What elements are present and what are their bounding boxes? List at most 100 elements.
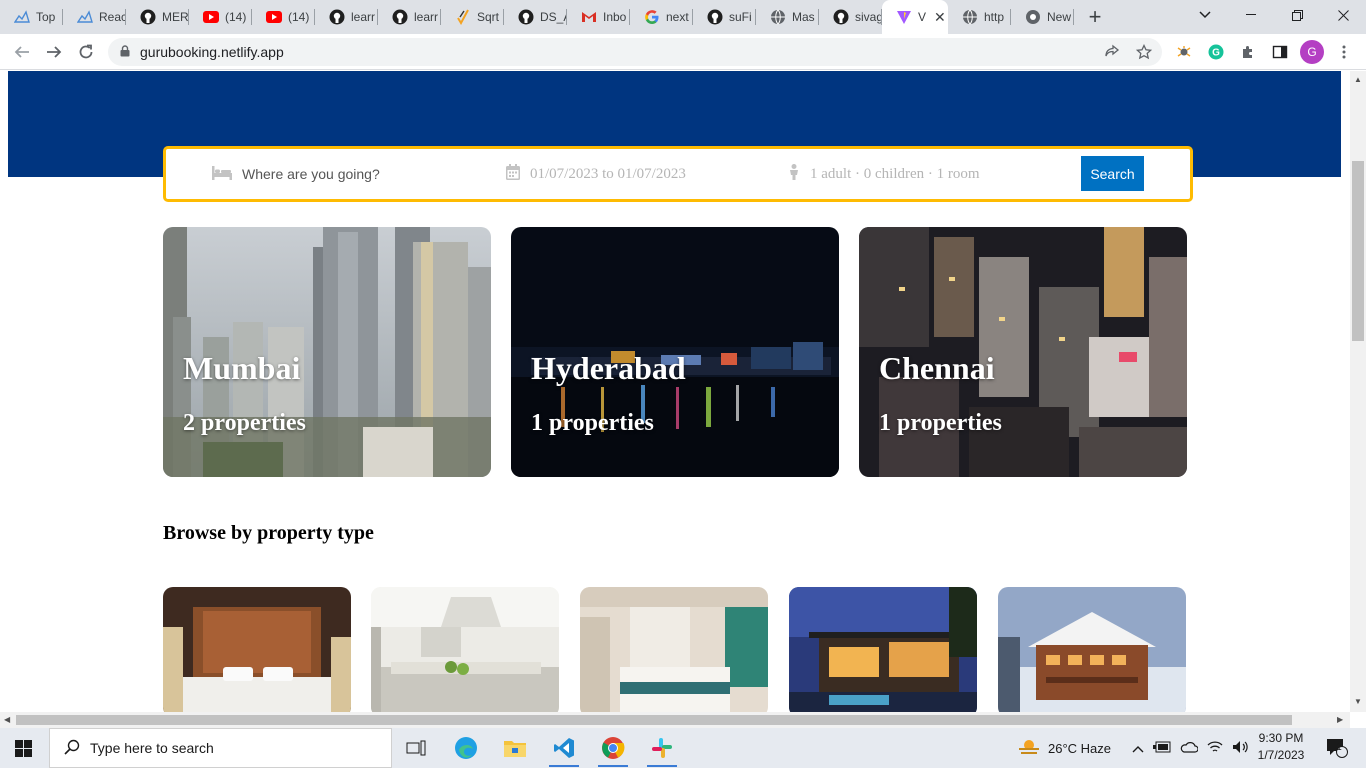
task-view-icon[interactable]: [393, 728, 439, 768]
tab-title: DS_A: [540, 10, 567, 24]
notification-center-icon[interactable]: 1: [1322, 728, 1352, 768]
browser-tab[interactable]: learr: [378, 0, 441, 34]
github-icon: [518, 9, 534, 25]
file-explorer-icon[interactable]: [492, 728, 538, 768]
browser-tab[interactable]: Inbo: [567, 0, 630, 34]
property-type-card[interactable]: [998, 587, 1186, 712]
date-range-field[interactable]: 01/07/2023 to 01/07/2023: [506, 163, 686, 185]
sqrt-icon: [455, 9, 471, 25]
property-type-card[interactable]: [789, 587, 977, 712]
city-property-count: 2 properties: [183, 410, 306, 436]
taskbar-search-placeholder: Type here to search: [90, 740, 214, 756]
wifi-icon[interactable]: [1207, 740, 1223, 757]
tab-title: suFi: [729, 10, 752, 24]
browser-tab[interactable]: suFi: [693, 0, 756, 34]
property-type-card[interactable]: [580, 587, 768, 712]
chart-icon: [77, 9, 93, 25]
vertical-scroll-thumb[interactable]: [1352, 161, 1364, 341]
extensions-puzzle-icon[interactable]: [1234, 34, 1262, 70]
browser-tab[interactable]: http: [948, 0, 1011, 34]
haze-weather-icon: [1018, 739, 1040, 758]
browser-tab[interactable]: (14): [189, 0, 252, 34]
browser-tab[interactable]: Mas: [756, 0, 819, 34]
new-tab-plus-icon[interactable]: +: [1080, 2, 1110, 32]
back-button[interactable]: [6, 36, 38, 68]
city-card-hyderabad[interactable]: Hyderabad 1 properties: [511, 227, 839, 477]
villa-image: [789, 587, 977, 712]
tab-search-icon[interactable]: [1190, 0, 1220, 30]
horizontal-scroll-thumb[interactable]: [16, 715, 1292, 725]
tab-close-icon[interactable]: ✕: [934, 9, 946, 26]
grammarly-extension-icon[interactable]: G: [1202, 34, 1230, 70]
property-type-card[interactable]: [371, 587, 559, 712]
profile-avatar[interactable]: G: [1298, 34, 1326, 70]
property-type-card[interactable]: [163, 587, 351, 712]
github-icon: [329, 9, 345, 25]
google-icon: [644, 9, 660, 25]
tab-title: Sqrt: [477, 10, 500, 24]
browser-tab[interactable]: learr: [315, 0, 378, 34]
horizontal-scrollbar[interactable]: ◀ ▶: [0, 712, 1350, 728]
youtube-icon: [203, 9, 219, 25]
browser-tab[interactable]: (14): [252, 0, 315, 34]
restore-button[interactable]: [1274, 0, 1320, 30]
clock[interactable]: 9:30 PM 1/7/2023: [1256, 730, 1306, 764]
destination-input[interactable]: Where are you going?: [242, 166, 380, 182]
scroll-down-arrow-icon[interactable]: ▼: [1354, 697, 1362, 706]
address-bar[interactable]: gurubooking.netlify.app: [108, 38, 1162, 66]
guests-field[interactable]: 1 adult · 0 children · 1 room: [788, 163, 980, 185]
destination-field[interactable]: Where are you going?: [212, 165, 380, 183]
github-icon: [140, 9, 156, 25]
system-tray: [1132, 728, 1248, 768]
browser-tab[interactable]: V ✕: [882, 0, 948, 34]
edge-icon[interactable]: [443, 728, 489, 768]
chrome-icon[interactable]: [590, 728, 636, 768]
date-range-text: 01/07/2023 to 01/07/2023: [530, 165, 686, 182]
windows-start-icon[interactable]: [0, 728, 46, 768]
forward-button[interactable]: [38, 36, 70, 68]
search-button[interactable]: Search: [1081, 156, 1144, 191]
battery-icon[interactable]: [1153, 741, 1171, 756]
tab-title: (14): [225, 10, 247, 24]
reload-button[interactable]: [70, 36, 102, 68]
browser-toolbar: gurubooking.netlify.app G G: [0, 34, 1366, 70]
browser-tab[interactable]: sivag: [819, 0, 882, 34]
vscode-icon[interactable]: [541, 728, 587, 768]
tab-title: New: [1047, 10, 1072, 24]
close-window-button[interactable]: [1320, 0, 1366, 30]
scroll-right-arrow-icon[interactable]: ▶: [1337, 715, 1343, 724]
tab-title: http: [984, 10, 1005, 24]
onedrive-cloud-icon[interactable]: [1180, 741, 1199, 756]
tab-title: Top: [36, 10, 56, 24]
minimize-button[interactable]: [1228, 0, 1274, 30]
globe-icon: [770, 9, 786, 25]
github-icon: [392, 9, 408, 25]
volume-icon[interactable]: [1232, 740, 1248, 757]
taskbar-search-box[interactable]: Type here to search: [49, 728, 392, 768]
browser-tab[interactable]: MER: [126, 0, 189, 34]
city-card-mumbai[interactable]: Mumbai 2 properties: [163, 227, 491, 477]
share-icon[interactable]: [1098, 34, 1126, 70]
bug-extension-icon[interactable]: [1170, 34, 1198, 70]
browser-tab[interactable]: New: [1011, 0, 1074, 34]
city-card-chennai[interactable]: Chennai 1 properties: [859, 227, 1187, 477]
lock-icon: [120, 44, 130, 60]
browser-tab[interactable]: Top: [0, 0, 63, 34]
scroll-left-arrow-icon[interactable]: ◀: [4, 715, 10, 724]
browser-tab[interactable]: Sqrt: [441, 0, 504, 34]
side-panel-icon[interactable]: [1266, 34, 1294, 70]
slack-icon[interactable]: [639, 728, 685, 768]
scroll-up-arrow-icon[interactable]: ▲: [1354, 75, 1362, 84]
bookmark-star-icon[interactable]: [1130, 34, 1158, 70]
calendar-icon: [506, 163, 520, 185]
menu-kebab-icon[interactable]: [1332, 34, 1356, 70]
tab-title: next: [666, 10, 689, 24]
browser-tab[interactable]: DS_A: [504, 0, 567, 34]
browser-tab[interactable]: Reac: [63, 0, 126, 34]
tab-title: Inbo: [603, 10, 627, 24]
chevron-up-icon[interactable]: [1132, 741, 1144, 756]
browser-tab[interactable]: next: [630, 0, 693, 34]
youtube-icon: [266, 9, 282, 25]
weather-widget[interactable]: 26°C Haze: [1018, 728, 1111, 768]
vertical-scrollbar[interactable]: ▲ ▼: [1350, 71, 1366, 712]
